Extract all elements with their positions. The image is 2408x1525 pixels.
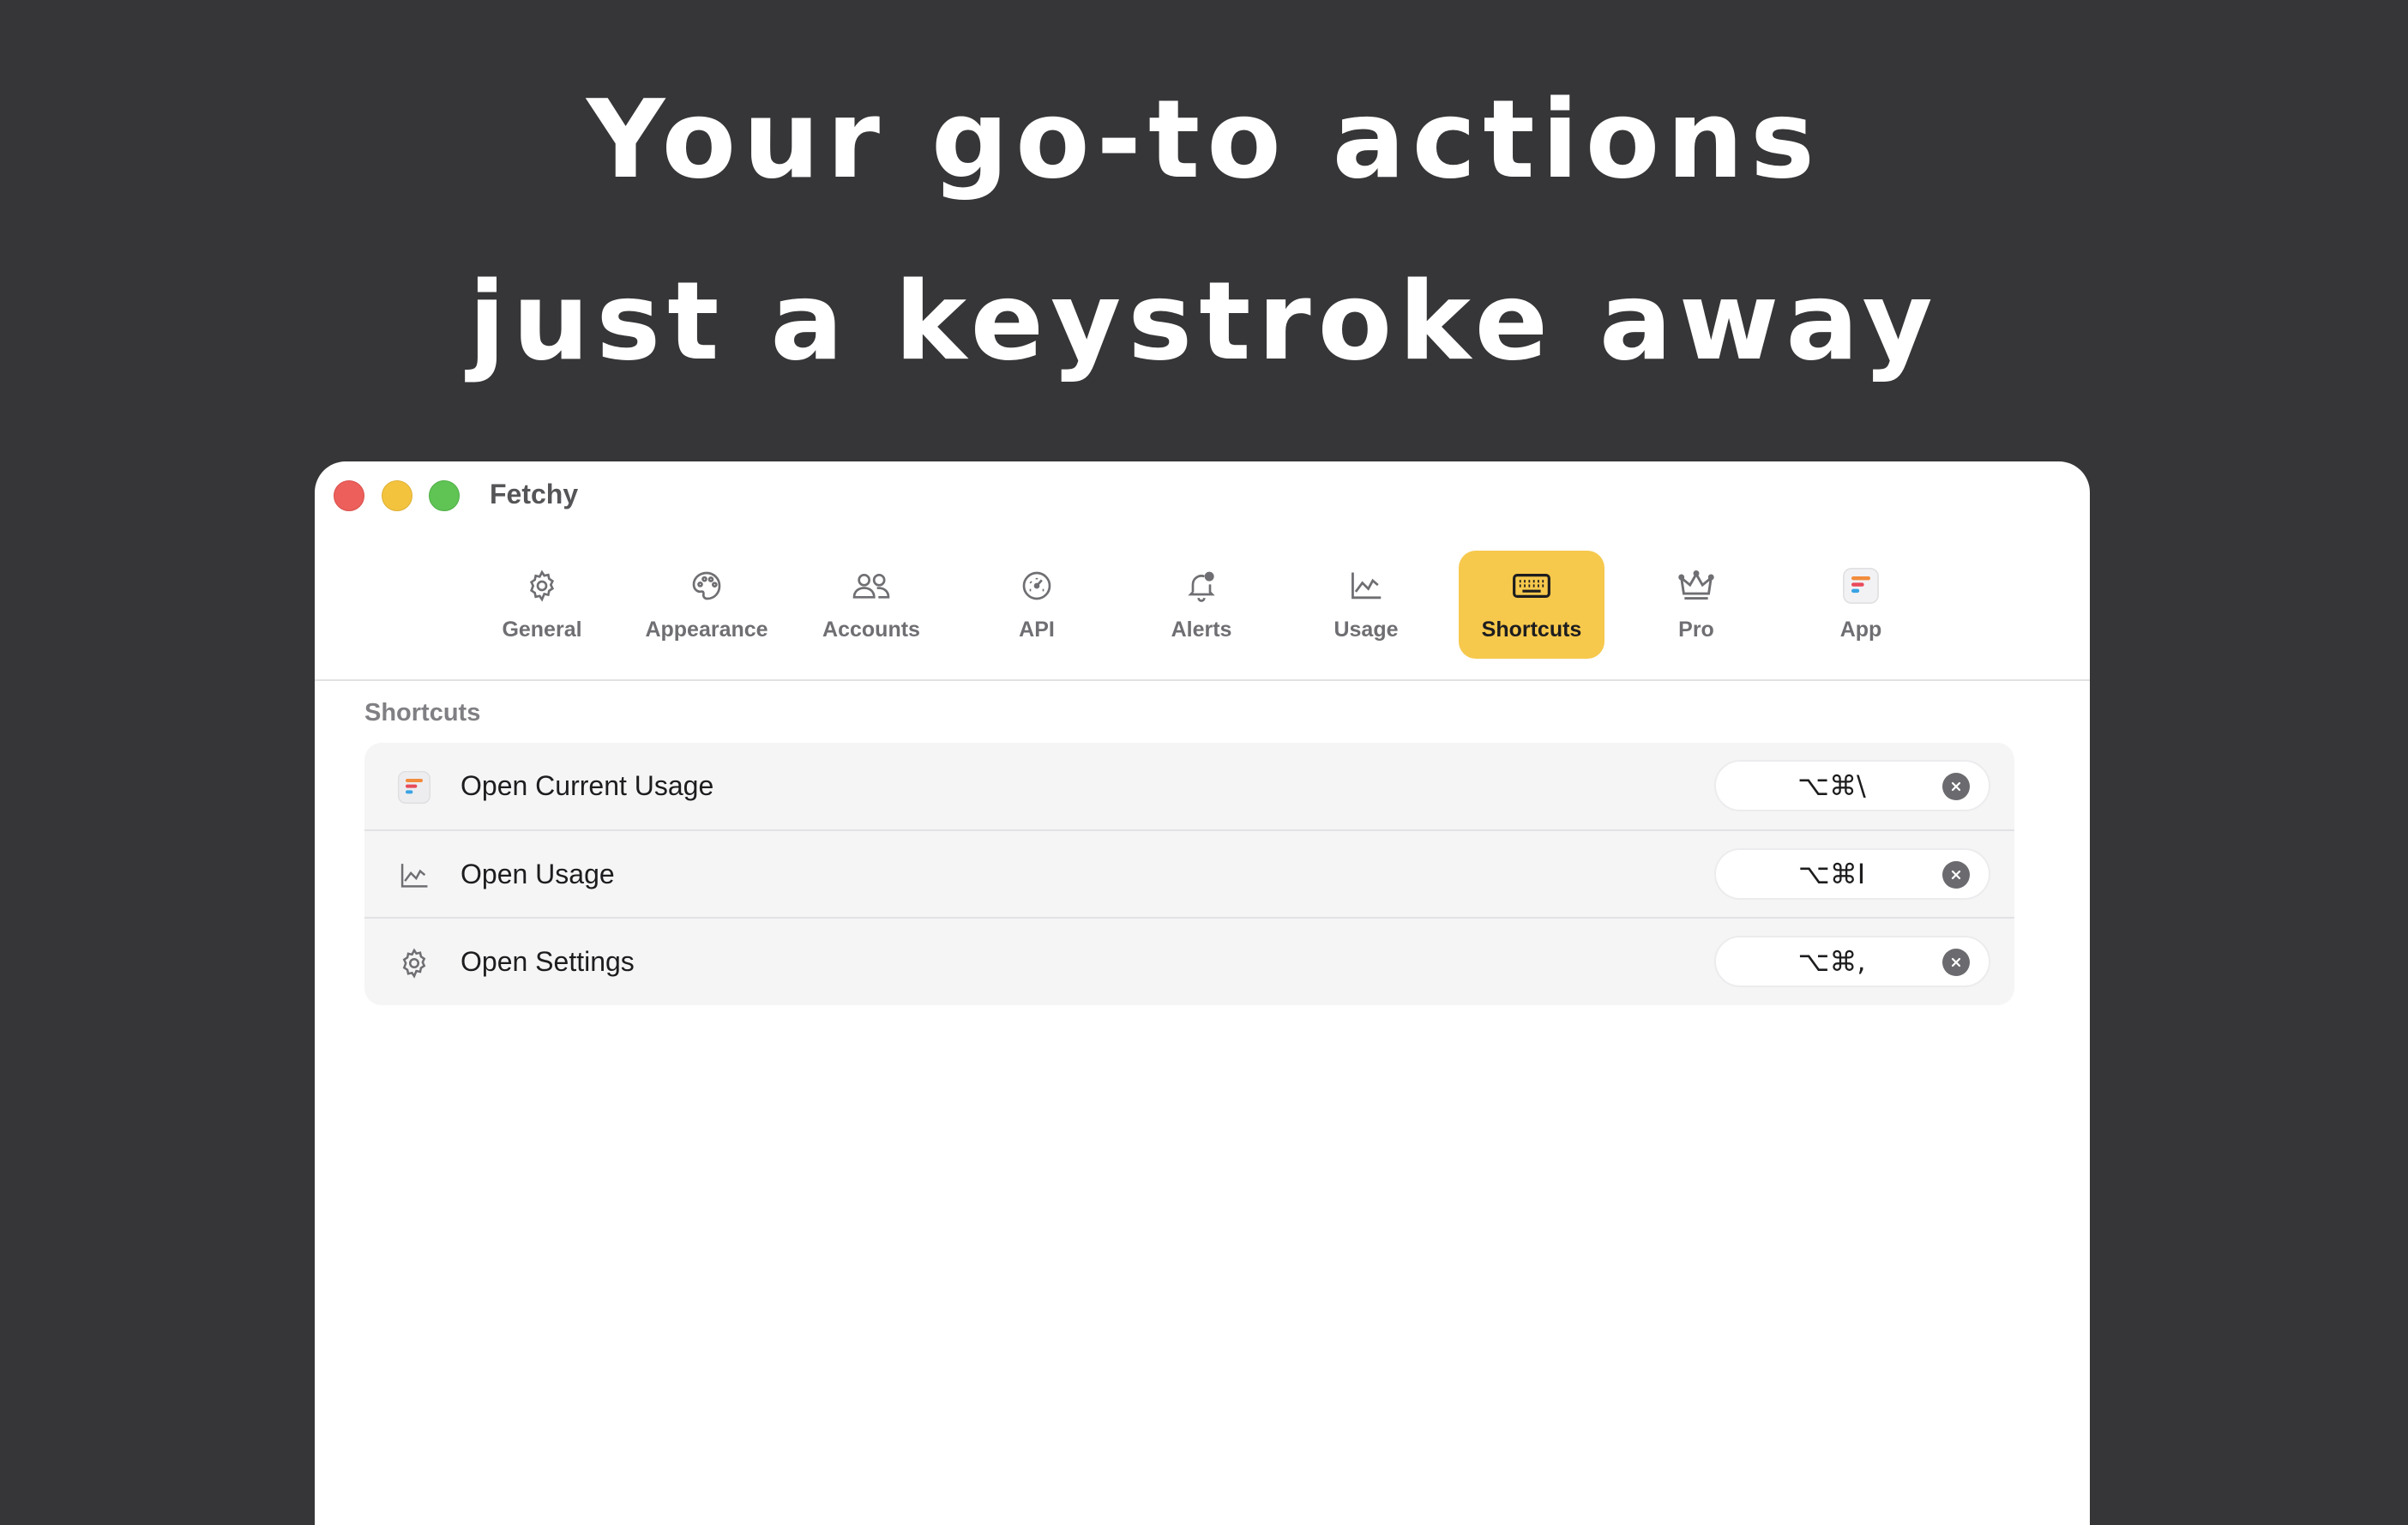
section-title: Shortcuts xyxy=(364,699,481,726)
zoom-window-button[interactable] xyxy=(429,480,460,511)
line-chart-icon xyxy=(1293,564,1439,607)
keyboard-icon xyxy=(1459,564,1604,607)
close-icon xyxy=(1951,781,1961,792)
tab-shortcuts[interactable]: Shortcuts xyxy=(1459,551,1604,659)
tab-api[interactable]: API xyxy=(964,551,1110,659)
tab-pro-label: Pro xyxy=(1678,618,1714,642)
app-logo-icon xyxy=(1788,564,1934,607)
close-icon xyxy=(1951,957,1961,967)
tab-usage-label: Usage xyxy=(1333,618,1399,642)
tab-alerts[interactable]: Alerts xyxy=(1129,551,1274,659)
shortcut-keys: ⌥⌘I xyxy=(1797,858,1866,890)
shortcut-recorder[interactable]: ⌥⌘\ xyxy=(1714,760,1990,811)
gear-icon xyxy=(469,564,615,607)
gauge-icon xyxy=(964,564,1110,607)
window-title: Fetchy xyxy=(490,479,579,509)
tab-shortcuts-label: Shortcuts xyxy=(1481,618,1582,642)
hero-line-2: just a keystroke away xyxy=(468,258,1940,384)
settings-toolbar: General Appearance Accounts API Alerts U… xyxy=(315,547,2090,681)
close-icon xyxy=(1951,870,1961,880)
tab-appearance[interactable]: Appearance xyxy=(634,551,780,659)
shortcut-row-open-settings: Open Settings ⌥⌘, xyxy=(364,917,2014,1004)
clear-shortcut-button[interactable] xyxy=(1942,773,1970,800)
settings-window: Fetchy General Appearance Accounts API A… xyxy=(315,461,2090,1525)
crown-icon xyxy=(1623,564,1769,607)
line-chart-icon xyxy=(395,857,433,895)
shortcut-keys: ⌥⌘\ xyxy=(1797,769,1866,802)
tab-api-label: API xyxy=(1019,618,1055,642)
shortcut-recorder[interactable]: ⌥⌘, xyxy=(1714,936,1990,987)
shortcut-label: Open Settings xyxy=(461,946,635,977)
close-window-button[interactable] xyxy=(334,480,364,511)
app-logo-icon xyxy=(395,769,433,806)
shortcut-row-open-usage: Open Usage ⌥⌘I xyxy=(364,829,2014,917)
shortcut-label: Open Current Usage xyxy=(461,770,714,801)
tab-general-label: General xyxy=(502,618,582,642)
tab-alerts-label: Alerts xyxy=(1171,618,1232,642)
tab-accounts[interactable]: Accounts xyxy=(798,551,944,659)
bell-icon xyxy=(1129,564,1274,607)
hero-line-1: Your go-to actions xyxy=(586,76,1822,202)
gear-icon xyxy=(395,944,433,982)
tab-pro[interactable]: Pro xyxy=(1623,551,1769,659)
tab-general[interactable]: General xyxy=(469,551,615,659)
tab-appearance-label: Appearance xyxy=(645,618,768,642)
shortcuts-list: Open Current Usage ⌥⌘\ Open Usage ⌥⌘I Op… xyxy=(364,743,2014,1005)
shortcut-label: Open Usage xyxy=(461,859,615,889)
tab-app[interactable]: App xyxy=(1788,551,1934,659)
shortcut-row-open-current-usage: Open Current Usage ⌥⌘\ xyxy=(364,743,2014,829)
people-icon xyxy=(798,564,944,607)
tab-app-label: App xyxy=(1839,618,1882,642)
tab-usage[interactable]: Usage xyxy=(1293,551,1439,659)
shortcut-keys: ⌥⌘, xyxy=(1797,945,1866,978)
minimize-window-button[interactable] xyxy=(382,480,412,511)
palette-icon xyxy=(634,564,780,607)
tab-accounts-label: Accounts xyxy=(822,618,920,642)
shortcut-recorder[interactable]: ⌥⌘I xyxy=(1714,848,1990,900)
clear-shortcut-button[interactable] xyxy=(1942,861,1970,889)
clear-shortcut-button[interactable] xyxy=(1942,949,1970,976)
